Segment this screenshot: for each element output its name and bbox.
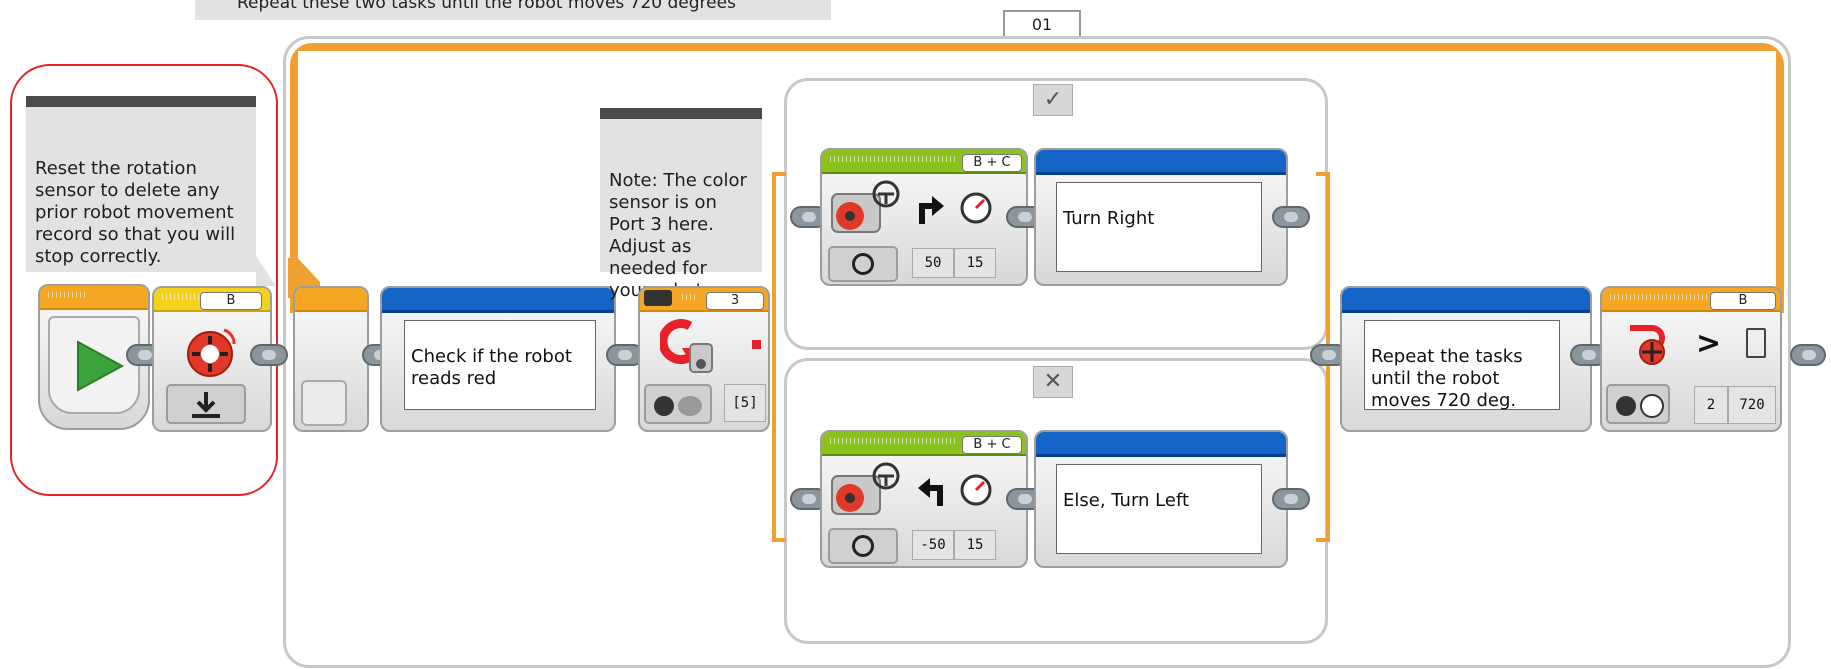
loop-name-field[interactable]: 01 [1003, 10, 1081, 38]
port-selector[interactable]: B + C [962, 154, 1022, 172]
note-color-port: Note: The color sensor is on Port 3 here… [600, 108, 762, 301]
rotation-sensor-icon [187, 328, 236, 377]
connector-plug [250, 344, 288, 366]
on-mode-icon [852, 535, 874, 557]
mode-selector[interactable] [828, 246, 898, 282]
threshold-param[interactable]: 720 [1728, 386, 1776, 424]
start-block-header [40, 286, 148, 310]
mode-selector[interactable] [166, 384, 246, 424]
connector-plug [1272, 488, 1310, 510]
loop-start-header [295, 288, 367, 312]
comment-header [382, 288, 614, 313]
move-steering-block-true[interactable]: B + C 50 15 [820, 148, 1028, 286]
loop-exit-block[interactable]: B > 2 720 [1600, 286, 1782, 432]
move-steering-block-false[interactable]: B + C -50 15 [820, 430, 1028, 568]
red-indicator [752, 340, 761, 349]
turn-right-arrow-icon [919, 196, 944, 224]
steering-param[interactable]: -50 [912, 530, 954, 560]
loop-label: Repeat these two tasks until the robot m… [195, 0, 831, 20]
play-icon[interactable] [68, 336, 128, 396]
steering-motor-icon [831, 462, 900, 515]
switch-mode-icon[interactable] [644, 290, 672, 306]
loop-start-tail [301, 380, 347, 426]
case-false-tab[interactable]: ✕ [1033, 366, 1073, 398]
mode-selector[interactable] [644, 384, 712, 424]
reset-download-icon [192, 392, 220, 418]
connector-plug [1790, 344, 1826, 366]
comment-header [1342, 288, 1590, 313]
comment-text-check[interactable]: Check if the robot reads red [404, 320, 596, 410]
comment-block-repeat[interactable]: Repeat the tasks until the robot moves 7… [1340, 286, 1592, 432]
port-selector[interactable]: B [200, 292, 262, 310]
case-true-tab[interactable]: ✓ [1033, 84, 1073, 116]
threshold-icon [1746, 328, 1766, 358]
connector-plug [1272, 206, 1310, 228]
note-reset-rotation: Reset the rotation sensor to delete any … [26, 96, 256, 272]
on-mode-icon [852, 253, 874, 275]
loop-start-block [293, 286, 369, 432]
power-gauge-icon [960, 474, 992, 506]
port-selector[interactable]: B + C [962, 436, 1022, 454]
sensor-mode-icon [1616, 396, 1636, 416]
comment-text-repeat[interactable]: Repeat the tasks until the robot moves 7… [1364, 320, 1560, 411]
note-bar [600, 108, 762, 119]
compare-type-param[interactable]: 2 [1694, 386, 1728, 424]
color-sensor-icon [660, 319, 713, 373]
degrees-mode-icon [1640, 394, 1664, 418]
switch-block[interactable]: 3 [5] [638, 286, 770, 432]
mode-selector[interactable] [1606, 384, 1670, 424]
color-param[interactable]: [5] [724, 384, 766, 422]
comment-block-turn-left[interactable]: Else, Turn Left [1034, 430, 1288, 568]
power-gauge-icon [960, 192, 992, 224]
steering-param[interactable]: 50 [912, 248, 954, 278]
comment-header [1036, 150, 1286, 175]
color-dots-icon [678, 396, 702, 416]
start-icon-frame [48, 316, 140, 414]
steering-motor-icon [831, 180, 900, 233]
mode-selector[interactable] [828, 528, 898, 564]
switch-bracket-left [772, 172, 786, 542]
comment-text-turn-right[interactable]: Turn Right [1056, 182, 1262, 272]
sensor-mode-icon [654, 396, 674, 416]
power-param[interactable]: 15 [954, 248, 996, 278]
port-selector[interactable]: 3 [706, 292, 764, 310]
compare-symbol: > [1696, 326, 1722, 361]
port-selector[interactable]: B [1710, 292, 1776, 310]
turn-left-arrow-icon [918, 478, 943, 506]
comment-block-turn-right[interactable]: Turn Right [1034, 148, 1288, 286]
note-bar [26, 96, 256, 107]
comment-header [1036, 432, 1286, 457]
motor-rotation-icon [1630, 325, 1665, 365]
comment-text-turn-left[interactable]: Else, Turn Left [1056, 464, 1262, 554]
power-param[interactable]: 15 [954, 530, 996, 560]
comment-block-check[interactable]: Check if the robot reads red [380, 286, 616, 432]
